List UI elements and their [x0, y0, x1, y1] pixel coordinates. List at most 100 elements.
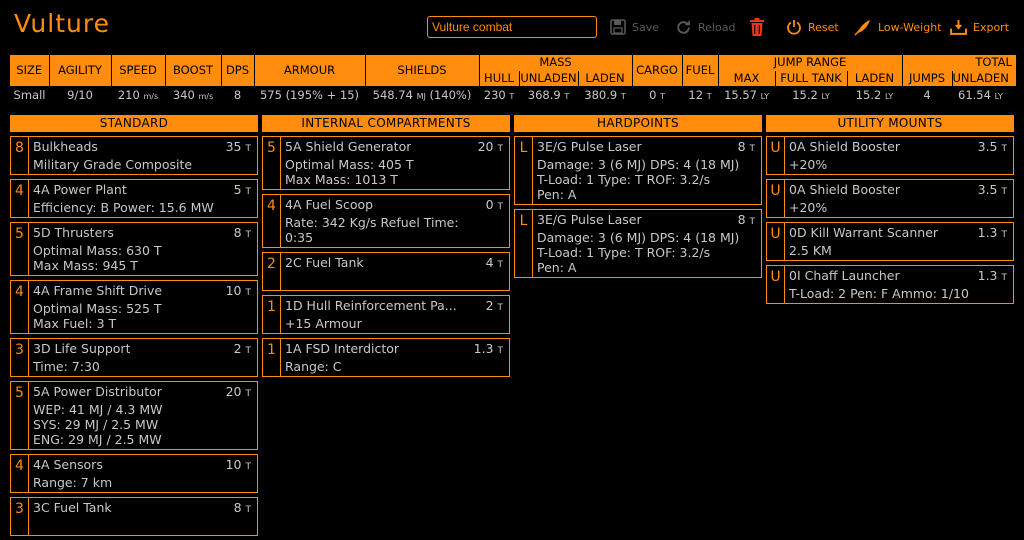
power-icon [787, 20, 801, 35]
slot-class: 3 [11, 498, 29, 535]
module-stat: Max Mass: 1013 T [285, 172, 398, 187]
internal-header[interactable]: INTERNAL COMPARTMENTS [262, 115, 510, 132]
internal-slot[interactable]: 1 1A FSD Interdictor 1.3 T Range: C [262, 338, 510, 377]
module-name: 0A Shield Booster [789, 139, 900, 154]
slot-class: 8 [11, 137, 29, 174]
module-mass: 2 T [485, 298, 503, 313]
module-stat: +15 Armour [285, 316, 362, 331]
summary-header-full-tank: FULL TANK [775, 70, 848, 86]
delete-button[interactable] [749, 17, 771, 37]
standard-slot[interactable]: 5 5D Thrusters 8 T Optimal Mass: 630 T Max M… [10, 222, 258, 276]
utility-slot[interactable]: U 0A Shield Booster 3.5 T +20% [766, 136, 1014, 175]
module-mass: 20 T [477, 139, 503, 154]
slot-class: U [767, 180, 785, 217]
slot-class: U [767, 137, 785, 174]
save-button[interactable]: Save [610, 17, 659, 37]
export-button[interactable]: Export [950, 17, 1009, 37]
module-name: 4A Sensors [33, 457, 103, 472]
slot-body: 0D Kill Warrant Scanner 1.3 T 2.5 KM [785, 223, 1013, 260]
internal-slot[interactable]: 4 4A Fuel Scoop 0 T Rate: 342 Kg/s Refuel T… [262, 194, 510, 248]
module-stat: Max Mass: 945 T [33, 258, 138, 273]
utility-header[interactable]: UTILITY MOUNTS [766, 115, 1014, 132]
save-label: Save [632, 20, 660, 34]
module-stat: Range: C [285, 359, 342, 374]
module-mass: 1.3 T [977, 225, 1007, 240]
module-name: Bulkheads [33, 139, 98, 154]
slot-body: 4A Sensors 10 T Range: 7 km [29, 455, 257, 492]
standard-slot[interactable]: 3 3C Fuel Tank 8 T [10, 497, 258, 536]
module-stat: WEP: 41 MJ / 4.3 MW [33, 402, 163, 417]
summary-header-agility: AGILITY [49, 55, 112, 86]
slot-body: 3C Fuel Tank 8 T [29, 498, 257, 535]
ship-summary: SIZE AGILITY SPEED BOOST DPS ARMOUR SHIE… [10, 55, 1016, 103]
feather-icon [854, 20, 870, 36]
hardpoints-header[interactable]: HARDPOINTS [514, 115, 762, 132]
module-mass: 5 T [233, 182, 251, 197]
slot-body: 1A FSD Interdictor 1.3 T Range: C [281, 339, 509, 376]
module-mass: 2 T [233, 341, 251, 356]
slot-body: 0I Chaff Launcher 1.3 T T-Load: 2 Pen: F A… [785, 266, 1013, 303]
summary-max-jump: 15.57 LY [718, 86, 776, 103]
module-name: 4A Frame Shift Drive [33, 283, 163, 298]
standard-slot[interactable]: 4 4A Power Plant 5 T Efficiency: B Power: 1… [10, 179, 258, 218]
slot-body: 4A Fuel Scoop 0 T Rate: 342 Kg/s Refuel Ti… [281, 195, 509, 247]
hardpoints-slot[interactable]: L 3E/G Pulse Laser 8 T Damage: 3 (6 MJ) DPS… [514, 209, 762, 278]
module-mass: 8 T [233, 225, 251, 240]
low-weight-button[interactable]: Low-Weight [854, 17, 942, 37]
summary-size: Small [10, 86, 49, 103]
slot-class: 5 [11, 223, 29, 275]
slot-body: 0A Shield Booster 3.5 T +20% [785, 137, 1013, 174]
slot-body: 5A Power Distributor 20 T WEP: 41 MJ / 4.3… [29, 382, 257, 449]
slot-body: 3E/G Pulse Laser 8 T Damage: 3 (6 MJ) DPS:… [533, 210, 761, 277]
module-stat: Rate: 342 Kg/s Refuel Time: [285, 215, 459, 230]
slot-class: 5 [263, 137, 281, 189]
module-stat [285, 273, 503, 288]
slot-class: U [767, 266, 785, 303]
reset-label: Reset [808, 20, 839, 34]
slot-body: 5D Thrusters 8 T Optimal Mass: 630 T Max Ma… [29, 223, 257, 275]
module-stat: T-Load: 2 Pen: F Ammo: 1/10 [789, 286, 969, 301]
trash-icon [750, 18, 764, 36]
internal-slot[interactable]: 5 5A Shield Generator 20 T Optimal Mass: 40… [262, 136, 510, 190]
module-mass: 35 T [225, 139, 251, 154]
standard-slot[interactable]: 3 3D Life Support 2 T Time: 7:30 [10, 338, 258, 377]
summary-header-cargo: CARGO [632, 55, 683, 86]
module-mass: 3.5 T [977, 139, 1007, 154]
module-stat: 2.5 KM [789, 243, 832, 258]
build-name-input[interactable]: Vulture combat [427, 16, 597, 38]
standard-slot[interactable]: 8 Bulkheads 35 T Military Grade Composite [10, 136, 258, 175]
reload-button[interactable]: Reload [675, 17, 735, 37]
utility-slot[interactable]: U 0I Chaff Launcher 1.3 T T-Load: 2 Pen: F … [766, 265, 1014, 304]
slot-class: 4 [11, 455, 29, 492]
standard-slot[interactable]: 4 4A Frame Shift Drive 10 T Optimal Mass: 5… [10, 280, 258, 334]
standard-slot[interactable]: 5 5A Power Distributor 20 T WEP: 41 MJ / 4.… [10, 381, 258, 450]
internal-slot[interactable]: 1 1D Hull Reinforcement Pa... 2 T +15 Armou… [262, 295, 510, 334]
module-stat: Military Grade Composite [33, 157, 193, 172]
summary-header-jump-range: JUMP RANGE [718, 55, 903, 71]
summary-cargo: 0 T [632, 86, 683, 103]
module-stat: 0:35 [285, 230, 314, 245]
summary-header-shields: SHIELDS [365, 55, 480, 86]
module-stat: ENG: 29 MJ / 2.5 MW [33, 432, 162, 447]
slot-body: Bulkheads 35 T Military Grade Composite [29, 137, 257, 174]
module-name: 4A Fuel Scoop [285, 197, 374, 212]
slot-class: 1 [263, 296, 281, 333]
module-name: 5D Thrusters [33, 225, 114, 240]
summary-header-jumps: JUMPS [902, 70, 953, 86]
summary-boost: 340 m/s [165, 86, 221, 103]
reset-button[interactable]: Reset [786, 17, 839, 37]
module-stat: Efficiency: B Power: 15.6 MW [33, 200, 214, 215]
module-name: 5A Power Distributor [33, 384, 162, 399]
standard-slot[interactable]: 4 4A Sensors 10 T Range: 7 km [10, 454, 258, 493]
hardpoints-slot[interactable]: L 3E/G Pulse Laser 8 T Damage: 3 (6 MJ) DPS… [514, 136, 762, 205]
slot-body: 4A Power Plant 5 T Efficiency: B Power: 15… [29, 180, 257, 217]
utility-slot[interactable]: U 0A Shield Booster 3.5 T +20% [766, 179, 1014, 218]
standard-header[interactable]: STANDARD [10, 115, 258, 132]
module-stat: Pen: A [537, 187, 577, 202]
summary-fuel: 12 T [682, 86, 719, 103]
internal-slot[interactable]: 2 2C Fuel Tank 4 T [262, 252, 510, 291]
slot-body: 3D Life Support 2 T Time: 7:30 [29, 339, 257, 376]
utility-slot[interactable]: U 0D Kill Warrant Scanner 1.3 T 2.5 KM [766, 222, 1014, 261]
summary-header-unladen: UNLADEN [519, 70, 579, 86]
slot-body: 5A Shield Generator 20 T Optimal Mass: 405… [281, 137, 509, 189]
